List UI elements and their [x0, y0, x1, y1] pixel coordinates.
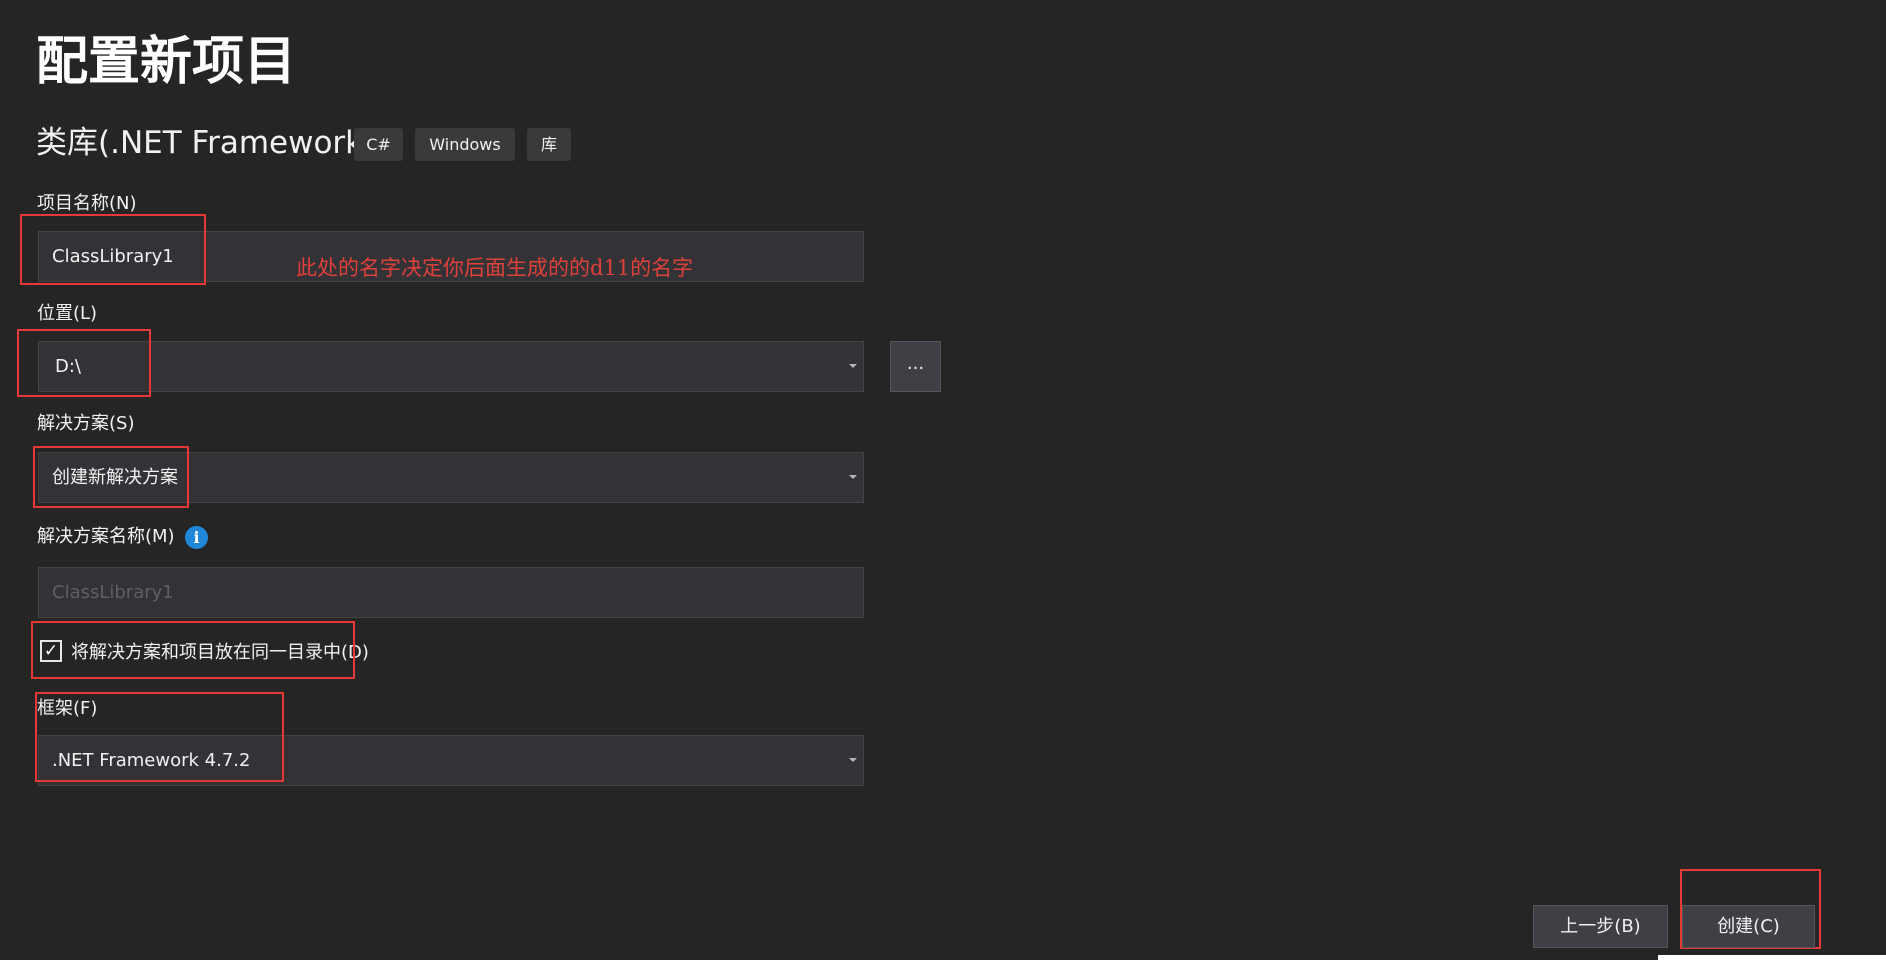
annotation-note: 此处的名字决定你后面生成的的d11的名字: [296, 256, 694, 280]
tag-project-type: 库: [527, 128, 571, 161]
solution-name-label: 解决方案名称(M): [37, 526, 175, 547]
project-name-label: 项目名称(N): [37, 193, 137, 214]
window-edge-strip: [1658, 955, 1886, 960]
tag-platform: Windows: [415, 128, 515, 161]
annotation-box-solution: [33, 446, 189, 508]
template-name: 类库(.NET Framework): [36, 125, 376, 161]
create-button[interactable]: 创建(C): [1682, 905, 1815, 948]
page-title: 配置新项目: [36, 32, 297, 92]
solution-name-placeholder: ClassLibrary1: [52, 582, 174, 603]
chevron-down-icon: [849, 758, 857, 762]
annotation-box-framework: [35, 692, 284, 782]
tag-language: C#: [354, 128, 403, 161]
chevron-down-icon: [849, 475, 857, 479]
location-combobox[interactable]: D:\: [38, 341, 864, 392]
back-button[interactable]: 上一步(B): [1533, 905, 1668, 948]
solution-name-input: ClassLibrary1: [38, 567, 864, 618]
annotation-box-same-directory: [31, 621, 355, 679]
annotation-box-project-name: [20, 214, 206, 285]
browse-location-button[interactable]: ...: [890, 341, 941, 392]
info-icon[interactable]: i: [185, 526, 208, 549]
annotation-box-location: [17, 329, 151, 397]
location-label: 位置(L): [37, 303, 98, 324]
solution-label: 解决方案(S): [37, 413, 135, 434]
chevron-down-icon: [849, 364, 857, 368]
